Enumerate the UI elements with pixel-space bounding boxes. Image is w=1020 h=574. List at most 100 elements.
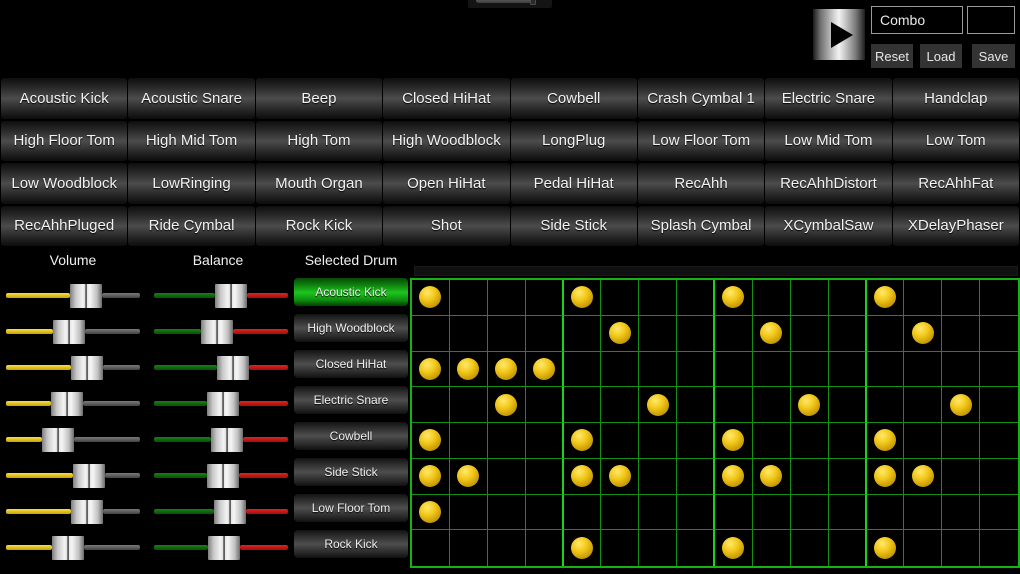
sequencer-step-cell[interactable] <box>525 458 564 495</box>
sequencer-step-cell[interactable] <box>449 387 488 423</box>
palette-button[interactable]: High Tom <box>255 120 383 161</box>
sequencer-step-cell[interactable] <box>525 351 564 388</box>
palette-button[interactable]: Pedal HiHat <box>510 163 637 204</box>
palette-button[interactable]: Acoustic Snare <box>128 78 255 119</box>
sequencer-step-cell[interactable] <box>412 530 450 566</box>
palette-button[interactable]: Shot <box>383 205 510 246</box>
volume-slider-thumb[interactable] <box>42 428 74 452</box>
sequencer-step-cell[interactable] <box>488 530 526 566</box>
sequencer-step-cell[interactable] <box>790 280 829 316</box>
sequencer-step-cell[interactable] <box>639 494 678 531</box>
palette-button[interactable]: High Mid Tom <box>128 120 255 161</box>
sequencer-step-cell[interactable] <box>980 423 1018 459</box>
balance-slider[interactable] <box>148 494 294 528</box>
sequencer-step-cell[interactable] <box>601 494 640 531</box>
sequencer-step-cell[interactable] <box>790 315 829 352</box>
sequencer-step-cell[interactable] <box>828 387 867 423</box>
sequencer-step-cell[interactable] <box>904 458 943 495</box>
volume-slider-thumb[interactable] <box>71 356 103 380</box>
sequencer-step-cell[interactable] <box>980 352 1018 388</box>
play-button[interactable] <box>813 9 865 60</box>
sequencer-step-cell[interactable] <box>563 494 602 531</box>
sequencer-step-cell[interactable] <box>639 458 678 495</box>
sequencer-step-cell[interactable] <box>828 351 867 388</box>
sequencer-playhead-bar[interactable] <box>414 266 1018 276</box>
drum-list-item[interactable]: Cowbell <box>294 422 408 450</box>
sequencer-step-cell[interactable] <box>980 495 1018 531</box>
sequencer-step-cell[interactable] <box>487 280 526 316</box>
sequencer-step-cell[interactable] <box>715 494 753 531</box>
sequencer-step-cell[interactable] <box>601 315 640 352</box>
balance-slider[interactable] <box>148 278 294 312</box>
sequencer-step-cell[interactable] <box>563 458 602 495</box>
volume-slider-thumb[interactable] <box>51 392 83 416</box>
sequencer-step-cell[interactable] <box>829 530 867 566</box>
sequencer-step-cell[interactable] <box>412 494 450 531</box>
load-button[interactable]: Load <box>920 44 962 68</box>
sequencer-step-cell[interactable] <box>980 280 1018 316</box>
sequencer-step-cell[interactable] <box>942 315 981 352</box>
sequencer-step-cell[interactable] <box>904 280 943 316</box>
drum-list-item[interactable]: Side Stick <box>294 458 408 486</box>
sequencer-step-cell[interactable] <box>487 387 526 423</box>
volume-slider[interactable] <box>0 350 146 384</box>
sequencer-step-cell[interactable] <box>866 458 905 495</box>
sequencer-step-cell[interactable] <box>752 280 791 316</box>
sequencer-step-cell[interactable] <box>904 315 943 352</box>
sequencer-step-cell[interactable] <box>715 387 753 423</box>
sequencer-step-cell[interactable] <box>412 315 450 352</box>
sequencer-step-cell[interactable] <box>525 423 564 459</box>
sequencer-step-cell[interactable] <box>791 530 829 566</box>
palette-button[interactable]: RecAhhDistort <box>765 163 892 204</box>
sequencer-step-cell[interactable] <box>525 494 564 531</box>
volume-slider-thumb[interactable] <box>71 500 103 524</box>
save-button[interactable]: Save <box>972 44 1015 68</box>
sequencer-step-cell[interactable] <box>677 387 715 423</box>
sequencer-step-cell[interactable] <box>639 530 678 566</box>
sequencer-step-cell[interactable] <box>563 423 602 459</box>
sequencer-step-cell[interactable] <box>942 423 981 459</box>
sequencer-step-cell[interactable] <box>601 387 640 423</box>
sequencer-step-cell[interactable] <box>563 351 602 388</box>
sequencer-step-cell[interactable] <box>753 530 791 566</box>
palette-button[interactable]: RecAhhFat <box>892 163 1019 204</box>
balance-slider-thumb[interactable] <box>217 356 249 380</box>
volume-slider[interactable] <box>0 278 146 312</box>
sequencer-step-cell[interactable] <box>867 530 905 566</box>
sequencer-step-cell[interactable] <box>866 280 905 316</box>
sequencer-step-cell[interactable] <box>790 387 829 423</box>
sequencer-step-cell[interactable] <box>715 280 753 316</box>
palette-button[interactable]: Rock Kick <box>255 205 383 246</box>
sequencer-step-cell[interactable] <box>715 530 753 566</box>
balance-slider[interactable] <box>148 530 294 564</box>
sequencer-step-cell[interactable] <box>639 280 678 316</box>
sequencer-step-cell[interactable] <box>866 423 905 459</box>
sequencer-step-cell[interactable] <box>449 423 488 459</box>
sequencer-step-cell[interactable] <box>715 458 753 495</box>
sequencer-step-cell[interactable] <box>450 530 488 566</box>
volume-slider[interactable] <box>0 314 146 348</box>
sequencer-step-cell[interactable] <box>412 351 450 388</box>
palette-button[interactable]: Low Mid Tom <box>765 120 892 161</box>
sequencer-step-cell[interactable] <box>525 280 564 316</box>
sequencer-step-cell[interactable] <box>828 280 867 316</box>
sequencer-step-cell[interactable] <box>449 494 488 531</box>
sequencer-step-cell[interactable] <box>526 530 564 566</box>
palette-button[interactable]: XDelayPhaser <box>892 205 1019 246</box>
palette-button[interactable]: High Woodblock <box>383 120 510 161</box>
palette-button[interactable]: Acoustic Kick <box>1 78 128 119</box>
palette-button[interactable]: High Floor Tom <box>1 120 128 161</box>
sequencer-step-cell[interactable] <box>449 351 488 388</box>
sequencer-step-cell[interactable] <box>677 315 715 352</box>
sequencer-step-cell[interactable] <box>866 494 905 531</box>
sequencer-step-cell[interactable] <box>563 280 602 316</box>
sequencer-step-cell[interactable] <box>828 494 867 531</box>
sequencer-step-cell[interactable] <box>677 530 715 566</box>
balance-slider-thumb[interactable] <box>207 464 239 488</box>
tempo-slider-thumb[interactable] <box>530 0 536 5</box>
palette-button[interactable]: Electric Snare <box>765 78 892 119</box>
sequencer-step-cell[interactable] <box>525 315 564 352</box>
sequencer-step-cell[interactable] <box>790 494 829 531</box>
volume-slider[interactable] <box>0 530 146 564</box>
balance-slider[interactable] <box>148 386 294 420</box>
